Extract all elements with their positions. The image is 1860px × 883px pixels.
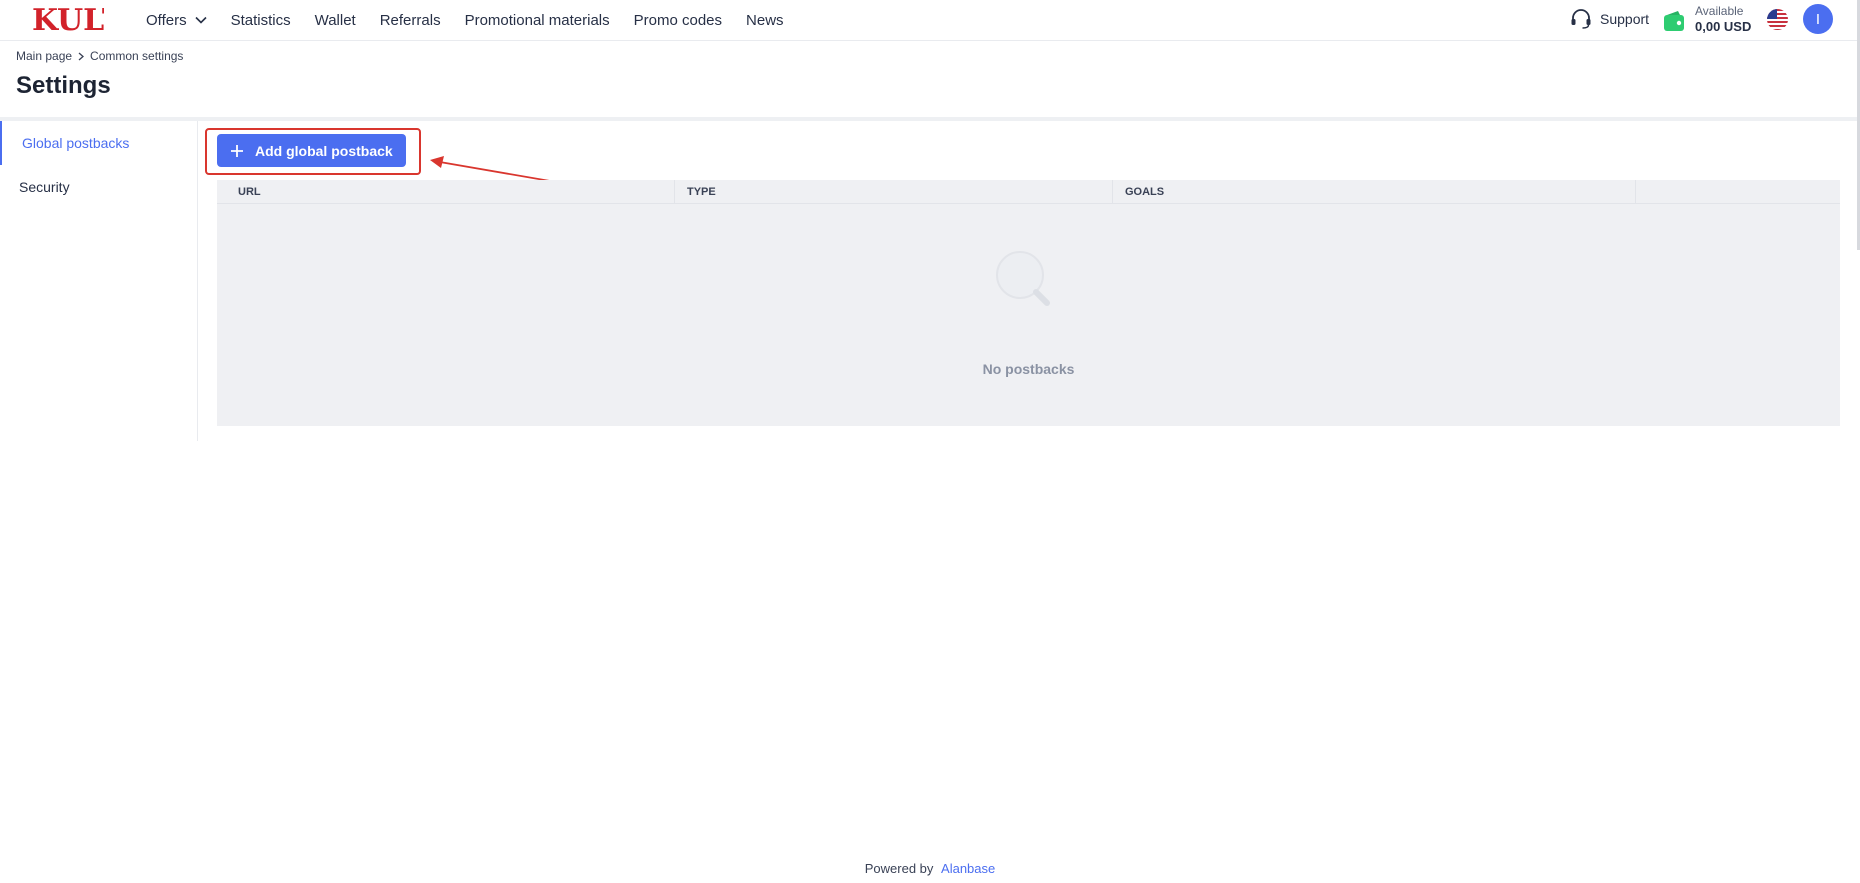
chevron-right-icon <box>78 52 85 61</box>
footer-powered-by: Powered by <box>864 861 934 876</box>
nav-promotional-materials[interactable]: Promotional materials <box>465 12 610 29</box>
nav-offers-label: Offers <box>146 11 187 29</box>
balance-label: Available <box>1695 4 1744 18</box>
nav-promo-codes[interactable]: Promo codes <box>634 12 722 29</box>
balance-value: 0,00 USD <box>1695 19 1752 34</box>
sidebar-item-global-postbacks[interactable]: Global postbacks <box>0 121 198 165</box>
nav-news[interactable]: News <box>746 12 784 29</box>
support-link[interactable]: Support <box>1570 9 1649 29</box>
column-header-goals: GOALS <box>1113 180 1636 204</box>
avatar[interactable]: I <box>1803 4 1833 34</box>
breadcrumb: Main page Common settings <box>16 49 183 63</box>
support-label: Support <box>1600 11 1650 27</box>
settings-sidebar: Global postbacks Security <box>0 121 198 441</box>
nav-offers[interactable]: Offers <box>146 12 207 29</box>
footer: Powered by Alanbase <box>0 861 1860 876</box>
sidebar-item-security[interactable]: Security <box>0 165 198 209</box>
main-nav: Offers Statistics Wallet Referrals Promo… <box>146 0 808 40</box>
logo[interactable]: KULT <box>32 2 104 36</box>
plus-icon <box>231 144 243 157</box>
page-title: Settings <box>16 72 111 99</box>
wallet-balance[interactable]: Available 0,00 USD <box>1663 4 1751 34</box>
column-header-type: TYPE <box>675 180 1113 204</box>
column-header-url: URL <box>217 180 675 204</box>
chevron-down-icon <box>195 16 207 24</box>
nav-wallet[interactable]: Wallet <box>315 12 356 29</box>
footer-alanbase-link[interactable]: Alanbase <box>941 861 995 876</box>
magnifier-icon <box>996 251 1050 306</box>
column-header-actions <box>1636 180 1840 204</box>
us-flag-icon[interactable] <box>1767 9 1788 30</box>
svg-text:KULT: KULT <box>32 3 104 36</box>
postbacks-table: URL TYPE GOALS No postbacks <box>217 180 1840 426</box>
top-header: KULT Offers Statistics Wallet Referrals … <box>0 0 1860 41</box>
table-header: URL TYPE GOALS <box>217 180 1840 204</box>
empty-state-text: No postbacks <box>982 361 1075 377</box>
section-divider <box>0 117 1860 121</box>
add-global-postback-label: Add global postback <box>255 142 393 159</box>
wallet-icon <box>1664 11 1684 31</box>
nav-referrals[interactable]: Referrals <box>380 12 441 29</box>
add-global-postback-button[interactable]: Add global postback <box>217 134 406 167</box>
breadcrumb-common-settings: Common settings <box>90 49 184 63</box>
headset-icon <box>1571 9 1591 29</box>
breadcrumb-main-page[interactable]: Main page <box>16 49 72 63</box>
nav-statistics[interactable]: Statistics <box>231 12 291 29</box>
